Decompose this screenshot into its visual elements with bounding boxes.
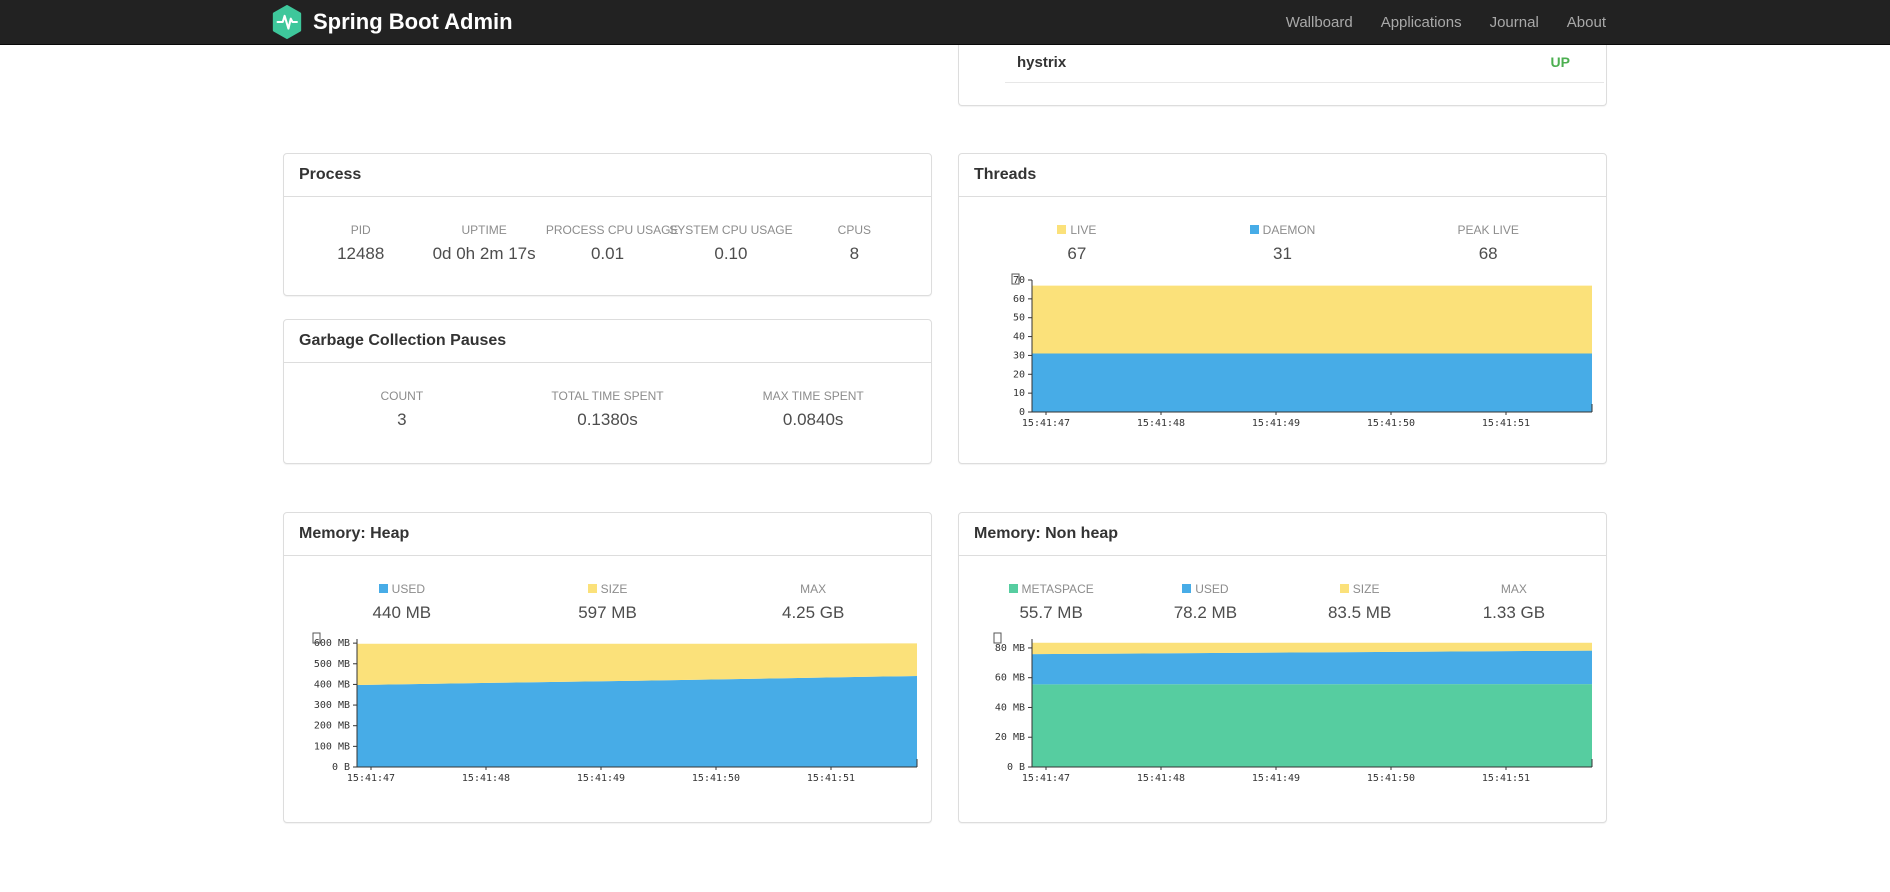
svg-text:15:41:49: 15:41:49 — [1252, 418, 1300, 429]
svg-text:15:41:51: 15:41:51 — [1482, 773, 1530, 784]
process-panel-title: Process — [284, 154, 931, 197]
nav-item-journal[interactable]: Journal — [1476, 0, 1553, 45]
metric-gc-total-time: TOTAL TIME SPENT 0.1380s — [551, 389, 664, 429]
svg-text:40 MB: 40 MB — [995, 702, 1025, 713]
metric-uptime: UPTIME 0d 0h 2m 17s — [432, 223, 536, 263]
svg-text:0: 0 — [1019, 407, 1025, 418]
metric-gc-count: COUNT 3 — [380, 389, 424, 429]
brand-title: Spring Boot Admin — [313, 9, 513, 34]
metric-process-cpu-usage: PROCESS CPU USAGE 0.01 — [545, 223, 679, 263]
svg-text:60: 60 — [1013, 294, 1025, 305]
live-series-swatch — [1057, 225, 1067, 234]
svg-text:600 MB: 600 MB — [314, 638, 350, 649]
svg-text:15:41:50: 15:41:50 — [1367, 418, 1415, 429]
left-column: Process PID 12488 UPTIME 0d 0h 2m 17s PR… — [270, 45, 945, 823]
memory-nonheap-panel-title: Memory: Non heap — [959, 513, 1606, 556]
legend-live: LIVE 67 — [974, 223, 1180, 264]
legend-nonheap-max: MAX 1.33 GB — [1482, 582, 1546, 622]
brand-link[interactable]: Spring Boot Admin — [270, 5, 513, 39]
used-series-swatch — [378, 584, 388, 593]
daemon-series-swatch — [1249, 225, 1259, 234]
svg-text:15:41:51: 15:41:51 — [807, 773, 855, 784]
svg-text:15:41:47: 15:41:47 — [1022, 418, 1070, 429]
svg-text:20: 20 — [1013, 369, 1025, 380]
main-content: Process PID 12488 UPTIME 0d 0h 2m 17s PR… — [256, 45, 1634, 823]
svg-text:0 B: 0 B — [1007, 762, 1025, 773]
svg-text:15:41:50: 15:41:50 — [1367, 773, 1415, 784]
top-navbar: Spring Boot Admin Wallboard Applications… — [0, 0, 1890, 45]
legend-heap-used: USED 440 MB — [372, 582, 432, 622]
nav-item-wallboard[interactable]: Wallboard — [1272, 0, 1367, 45]
svg-text:15:41:48: 15:41:48 — [1137, 418, 1185, 429]
navbar-inner: Spring Boot Admin Wallboard Applications… — [256, 0, 1634, 44]
garbage-collection-panel: Garbage Collection Pauses COUNT 3 TOTAL … — [283, 319, 932, 464]
legend-daemon: DAEMON 31 — [1180, 223, 1386, 264]
gc-panel-title: Garbage Collection Pauses — [284, 320, 931, 363]
svg-text:15:41:49: 15:41:49 — [1252, 773, 1300, 784]
memory-heap-legend: USED 440 MB SIZE 597 MB MAX 4.25 GB — [299, 570, 916, 623]
nav-item-about[interactable]: About — [1553, 0, 1620, 45]
svg-text:50: 50 — [1013, 313, 1025, 324]
svg-text:10: 10 — [1013, 388, 1025, 399]
size-series-swatch — [587, 584, 597, 593]
svg-text:300 MB: 300 MB — [314, 700, 350, 711]
spring-boot-admin-logo-icon — [270, 5, 304, 39]
application-status-row[interactable]: hystrix UP — [959, 45, 1606, 71]
svg-text:100 MB: 100 MB — [314, 741, 350, 752]
svg-text:15:41:48: 15:41:48 — [462, 773, 510, 784]
application-name: hystrix — [1017, 54, 1067, 71]
memory-heap-chart: 0 B 100 MB 200 MB 300 MB 400 MB 500 MB 600 MB 1… — [299, 631, 918, 789]
legend-heap-size: SIZE 597 MB — [578, 582, 637, 622]
legend-peak-live: PEAK LIVE 68 — [1457, 223, 1519, 263]
memory-nonheap-legend: METASPACE 55.7 MB USED 78.2 MB SIZE 83.5… — [974, 570, 1591, 623]
svg-text:30: 30 — [1013, 350, 1025, 361]
svg-text:0 B: 0 B — [332, 762, 350, 773]
used-series-swatch — [1182, 584, 1192, 593]
legend-metaspace: METASPACE 55.7 MB — [974, 582, 1128, 623]
memory-heap-panel-title: Memory: Heap — [284, 513, 931, 556]
process-panel: Process PID 12488 UPTIME 0d 0h 2m 17s PR… — [283, 153, 932, 296]
threads-chart: 0 10 20 30 40 50 60 70 15:41:47 15:41:48 15:41:49 1… — [974, 272, 1593, 434]
legend-heap-max: MAX 4.25 GB — [781, 582, 845, 622]
threads-legend: LIVE 67 DAEMON 31 PEAK LIVE 68 — [974, 211, 1591, 264]
gc-metrics: COUNT 3 TOTAL TIME SPENT 0.1380s MAX TIM… — [299, 377, 916, 430]
nav-item-applications[interactable]: Applications — [1367, 0, 1476, 45]
svg-text:15:41:49: 15:41:49 — [577, 773, 625, 784]
right-column: hystrix UP Threads LIVE 67 DAEMON 31 PEA… — [945, 45, 1620, 823]
threads-panel-title: Threads — [959, 154, 1606, 197]
metric-pid: PID 12488 — [337, 223, 385, 263]
svg-text:500 MB: 500 MB — [314, 659, 350, 670]
svg-text:400 MB: 400 MB — [314, 679, 350, 690]
metaspace-series-swatch — [1008, 584, 1018, 593]
legend-nonheap-size: SIZE 83.5 MB — [1327, 582, 1392, 622]
svg-text:80 MB: 80 MB — [995, 643, 1025, 654]
svg-text:15:41:47: 15:41:47 — [347, 773, 395, 784]
svg-text:15:41:48: 15:41:48 — [1137, 773, 1185, 784]
metric-gc-max-time: MAX TIME SPENT 0.0840s — [762, 389, 864, 429]
metric-cpus: CPUS 8 — [837, 223, 871, 263]
process-metrics: PID 12488 UPTIME 0d 0h 2m 17s PROCESS CP… — [299, 211, 916, 264]
navbar-menu: Wallboard Applications Journal About — [1272, 0, 1620, 45]
threads-panel: Threads LIVE 67 DAEMON 31 PEAK LIVE 68 0… — [958, 153, 1607, 464]
memory-heap-panel: Memory: Heap USED 440 MB SIZE 597 MB MAX… — [283, 512, 932, 823]
svg-text:40: 40 — [1013, 332, 1025, 343]
metric-system-cpu-usage: SYSTEM CPU USAGE 0.10 — [669, 223, 793, 263]
svg-text:20 MB: 20 MB — [995, 732, 1025, 743]
status-badge: UP — [1550, 54, 1570, 70]
memory-nonheap-chart: 0 B 20 MB 40 MB 60 MB 80 MB 15:41:47 15:41:48 1… — [974, 631, 1593, 789]
legend-nonheap-used: USED 78.2 MB — [1173, 582, 1238, 622]
row-divider — [1005, 82, 1604, 83]
svg-text:200 MB: 200 MB — [314, 721, 350, 732]
svg-text:60 MB: 60 MB — [995, 673, 1025, 684]
size-series-swatch — [1339, 584, 1349, 593]
application-status-panel: hystrix UP — [958, 45, 1607, 106]
svg-text:15:41:47: 15:41:47 — [1022, 773, 1070, 784]
svg-text:15:41:51: 15:41:51 — [1482, 418, 1530, 429]
memory-nonheap-panel: Memory: Non heap METASPACE 55.7 MB USED … — [958, 512, 1607, 823]
svg-text:15:41:50: 15:41:50 — [692, 773, 740, 784]
